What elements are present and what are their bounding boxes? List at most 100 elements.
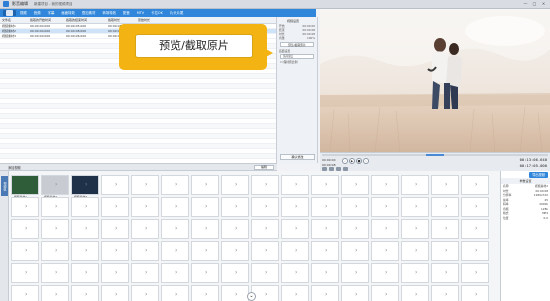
empty-slot[interactable] — [311, 197, 339, 217]
empty-slot[interactable] — [191, 219, 219, 239]
empty-slot[interactable] — [161, 219, 189, 239]
empty-slot[interactable] — [131, 263, 159, 283]
tab-effects[interactable]: 画面特效 — [58, 10, 78, 16]
empty-slot[interactable] — [221, 285, 249, 301]
empty-slot[interactable] — [41, 263, 69, 283]
empty-slot[interactable] — [41, 197, 69, 217]
scroll-down-icon[interactable]: ⌄ — [247, 292, 256, 301]
empty-slot[interactable] — [161, 285, 189, 301]
column-header[interactable]: 截取的开始时间 — [28, 18, 64, 22]
empty-slot[interactable] — [431, 285, 459, 301]
empty-slot[interactable] — [161, 263, 189, 283]
setting-value[interactable]: 100% — [307, 36, 315, 40]
empty-slot[interactable] — [131, 285, 159, 301]
tab-video[interactable]: 视频 — [17, 10, 30, 16]
empty-slot[interactable] — [341, 263, 369, 283]
empty-slot[interactable] — [41, 241, 69, 261]
empty-slot[interactable] — [101, 241, 129, 261]
empty-slot[interactable] — [71, 197, 99, 217]
empty-slot[interactable] — [101, 219, 129, 239]
empty-slot[interactable] — [281, 197, 309, 217]
empty-slot[interactable] — [11, 241, 39, 261]
empty-slot[interactable] — [191, 241, 219, 261]
empty-slot[interactable] — [101, 285, 129, 301]
empty-slot[interactable] — [401, 219, 429, 239]
empty-slot[interactable] — [281, 175, 309, 195]
empty-slot[interactable] — [371, 197, 399, 217]
next-frame-button[interactable]: › — [363, 158, 369, 164]
empty-slot[interactable] — [251, 263, 279, 283]
empty-slot[interactable] — [161, 197, 189, 217]
column-header[interactable]: 截取的结束时间 — [64, 18, 106, 22]
empty-slot[interactable] — [191, 197, 219, 217]
tab-subtitle[interactable]: 字幕 — [45, 10, 58, 16]
empty-slot[interactable] — [191, 285, 219, 301]
empty-slot[interactable] — [461, 219, 489, 239]
export-button[interactable]: 导出视频 — [529, 171, 548, 178]
empty-slot[interactable] — [221, 175, 249, 195]
empty-slot[interactable] — [401, 285, 429, 301]
preview-crop-button[interactable]: 预览/截取原片 — [280, 42, 314, 47]
seek-progress[interactable] — [426, 154, 444, 156]
empty-slot[interactable] — [161, 175, 189, 195]
empty-slot[interactable] — [461, 197, 489, 217]
close-button[interactable]: × — [540, 1, 547, 7]
empty-slot[interactable] — [461, 285, 489, 301]
empty-slot[interactable] — [251, 219, 279, 239]
property-value[interactable]: 0,0 — [544, 216, 548, 221]
empty-slot[interactable] — [371, 263, 399, 283]
empty-slot[interactable] — [101, 263, 129, 283]
keep-ratio-checkbox[interactable]: ☐ 保持原比例 — [277, 60, 317, 65]
column-header[interactable]: 截取时长 — [106, 18, 136, 22]
empty-slot[interactable] — [341, 175, 369, 195]
column-header[interactable]: 文件名 — [0, 18, 28, 22]
empty-slot[interactable] — [431, 241, 459, 261]
empty-slot[interactable] — [41, 219, 69, 239]
seek-bar[interactable] — [322, 154, 548, 156]
empty-slot[interactable] — [251, 175, 279, 195]
empty-slot[interactable] — [131, 197, 159, 217]
tab-intro-outro[interactable]: 片头片尾 — [167, 10, 187, 16]
empty-slot[interactable] — [71, 285, 99, 301]
maximize-button[interactable]: □ — [531, 1, 538, 7]
empty-slot[interactable] — [161, 241, 189, 261]
empty-slot[interactable] — [341, 197, 369, 217]
empty-slot[interactable] — [341, 241, 369, 261]
tab-voiceover[interactable]: 配音 — [120, 10, 133, 16]
add-video-label[interactable]: 添加视频 — [0, 165, 21, 170]
empty-slot[interactable] — [71, 219, 99, 239]
empty-slot[interactable] — [431, 219, 459, 239]
empty-slot[interactable] — [311, 219, 339, 239]
minimize-button[interactable]: — — [522, 1, 529, 7]
confirm-button[interactable]: 确认修改 — [280, 154, 315, 160]
empty-slot[interactable] — [71, 263, 99, 283]
empty-slot[interactable] — [401, 175, 429, 195]
empty-slot[interactable] — [341, 219, 369, 239]
empty-slot[interactable] — [221, 263, 249, 283]
empty-slot[interactable] — [461, 241, 489, 261]
empty-slot[interactable] — [11, 263, 39, 283]
empty-slot[interactable] — [371, 285, 399, 301]
empty-slot[interactable] — [71, 241, 99, 261]
tab-home[interactable] — [3, 10, 16, 16]
video-track-tab[interactable]: 视频轨 — [1, 176, 8, 196]
empty-slot[interactable] — [431, 197, 459, 217]
prev-frame-button[interactable]: ‹ — [342, 158, 348, 164]
empty-slot[interactable] — [191, 263, 219, 283]
tab-audio[interactable]: 音频 — [31, 10, 44, 16]
empty-slot[interactable] — [101, 197, 129, 217]
video-preview[interactable] — [320, 9, 550, 152]
empty-slot[interactable] — [221, 241, 249, 261]
empty-slot[interactable] — [131, 241, 159, 261]
empty-slot[interactable] — [371, 175, 399, 195]
empty-slot[interactable] — [461, 263, 489, 283]
empty-slot[interactable] — [341, 285, 369, 301]
tab-karaoke[interactable]: 卡拉OK — [148, 10, 166, 16]
empty-slot[interactable] — [221, 197, 249, 217]
empty-slot[interactable] — [281, 219, 309, 239]
play-button[interactable]: ▶ — [349, 158, 355, 164]
empty-slot[interactable] — [431, 263, 459, 283]
empty-slot[interactable] — [311, 285, 339, 301]
empty-slot[interactable] — [281, 263, 309, 283]
empty-slot[interactable] — [431, 175, 459, 195]
